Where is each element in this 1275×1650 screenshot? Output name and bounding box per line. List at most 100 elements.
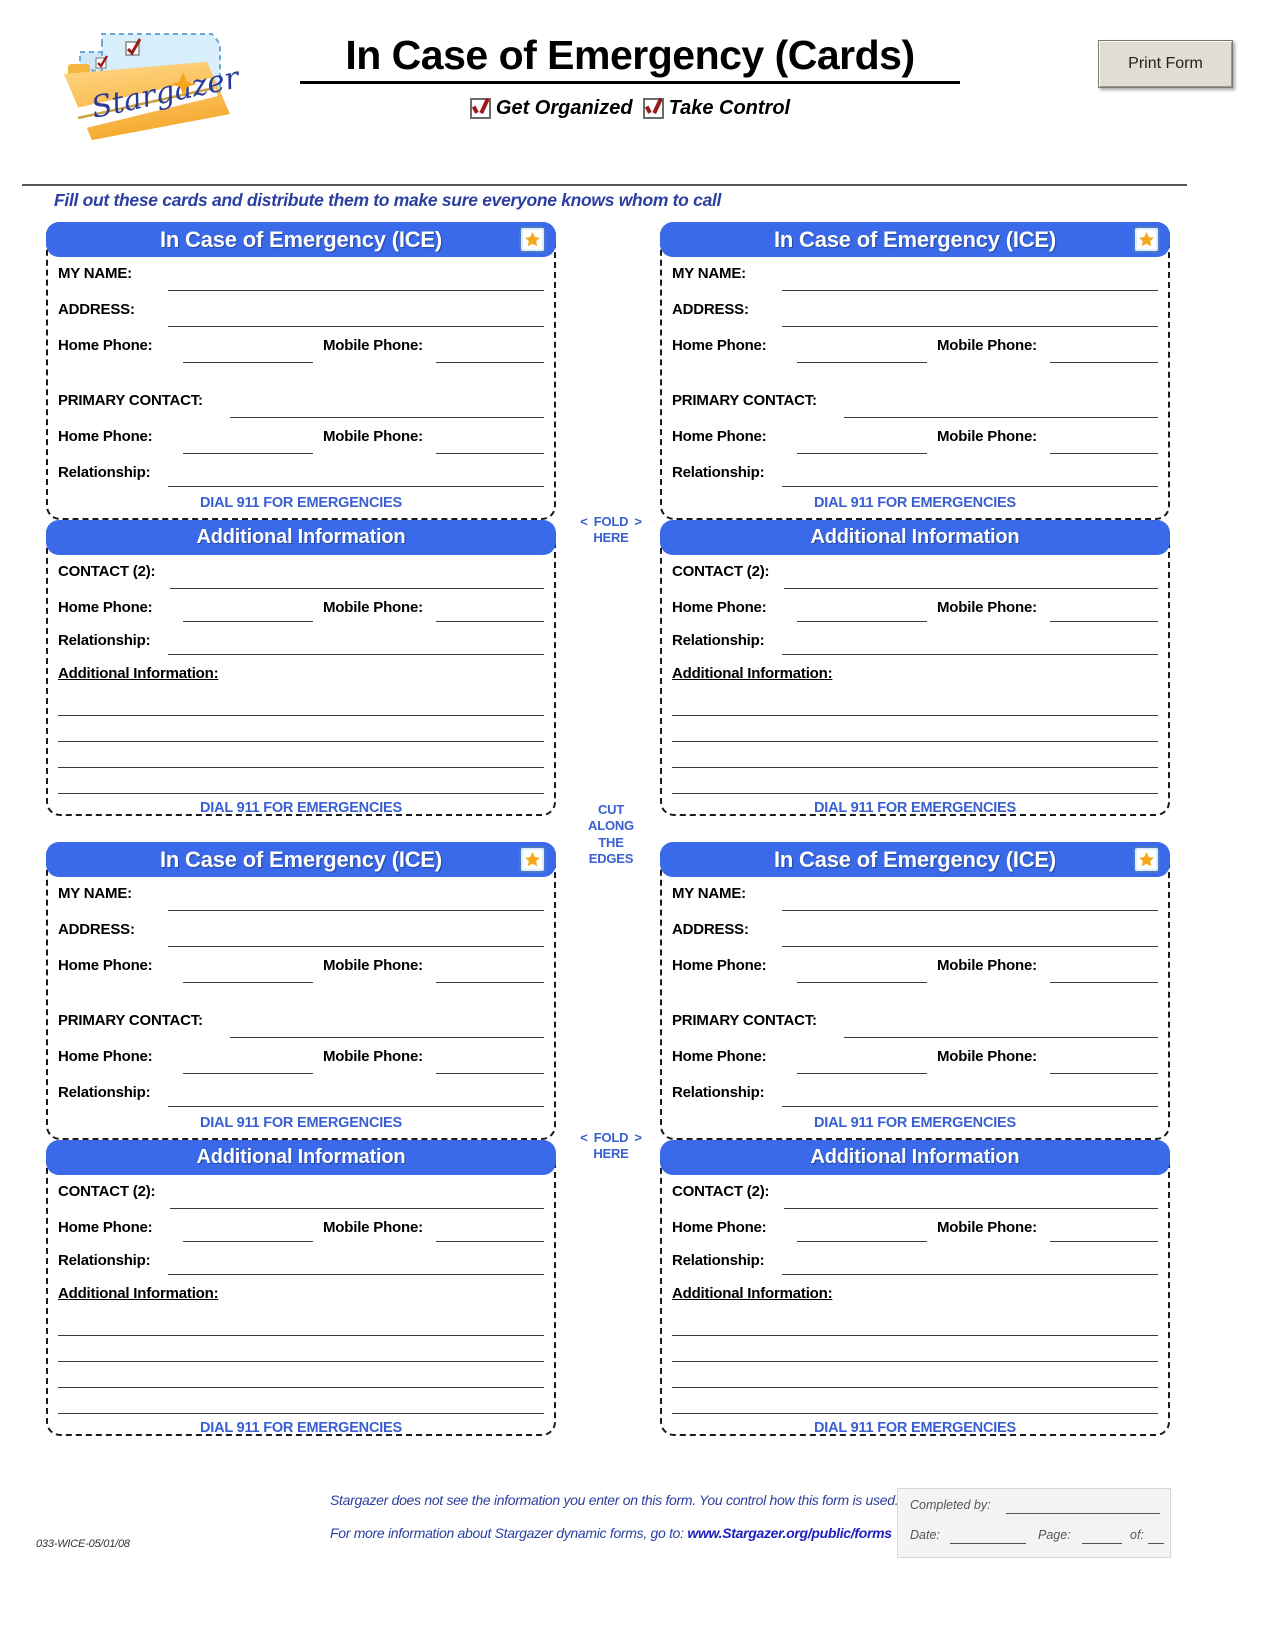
field-line[interactable] <box>183 1073 313 1074</box>
field-line[interactable] <box>230 1037 544 1038</box>
field-line[interactable] <box>58 1361 544 1362</box>
field-line[interactable] <box>168 910 544 911</box>
field-line[interactable] <box>168 1274 544 1275</box>
page-line[interactable] <box>1082 1543 1122 1544</box>
stargazer-url-link[interactable]: www.Stargazer.org/public/forms <box>687 1525 892 1541</box>
field-contact-2[interactable]: CONTACT (2): <box>672 559 1158 595</box>
field-line[interactable] <box>58 767 544 768</box>
additional-info-line[interactable] <box>58 1366 544 1392</box>
additional-info-line[interactable] <box>672 772 1158 798</box>
field-line[interactable] <box>672 1335 1158 1336</box>
field-relationship[interactable]: Relationship: <box>58 460 544 493</box>
field-home-phone-2[interactable]: Home Phone: Mobile Phone: <box>672 595 1158 628</box>
field-home-phone-2[interactable]: Home Phone: Mobile Phone: <box>672 1215 1158 1248</box>
field-line[interactable] <box>782 326 1158 327</box>
field-line[interactable] <box>58 741 544 742</box>
field-line-mobile[interactable] <box>436 1073 544 1074</box>
field-primary-contact[interactable]: PRIMARY CONTACT: <box>58 388 544 424</box>
field-line-mobile[interactable] <box>436 621 544 622</box>
field-line-mobile[interactable] <box>436 453 544 454</box>
field-line-mobile[interactable] <box>436 362 544 363</box>
field-home-phone[interactable]: Home Phone: Mobile Phone: <box>672 953 1158 989</box>
field-line[interactable] <box>58 1335 544 1336</box>
field-line[interactable] <box>183 1241 313 1242</box>
field-relationship[interactable]: Relationship: <box>672 460 1158 493</box>
of-line[interactable] <box>1148 1543 1164 1544</box>
field-line[interactable] <box>168 946 544 947</box>
field-line-mobile[interactable] <box>436 982 544 983</box>
date-line[interactable] <box>950 1543 1026 1544</box>
field-line[interactable] <box>58 1387 544 1388</box>
field-primary-contact[interactable]: PRIMARY CONTACT: <box>58 1008 544 1044</box>
field-home-phone[interactable]: Home Phone: Mobile Phone: <box>672 333 1158 369</box>
field-line[interactable] <box>797 362 927 363</box>
field-line[interactable] <box>168 486 544 487</box>
field-line-mobile[interactable] <box>1050 1241 1158 1242</box>
field-my-name[interactable]: MY NAME: <box>672 261 1158 297</box>
field-relationship-2[interactable]: Relationship: <box>672 628 1158 661</box>
field-line-mobile[interactable] <box>1050 453 1158 454</box>
field-line[interactable] <box>782 910 1158 911</box>
field-line[interactable] <box>782 290 1158 291</box>
additional-info-line[interactable] <box>58 1314 544 1340</box>
field-line[interactable] <box>672 767 1158 768</box>
field-contact-home-phone[interactable]: Home Phone: Mobile Phone: <box>672 424 1158 460</box>
field-contact-home-phone[interactable]: Home Phone: Mobile Phone: <box>672 1044 1158 1080</box>
field-line[interactable] <box>58 715 544 716</box>
field-line[interactable] <box>782 1274 1158 1275</box>
field-home-phone-2[interactable]: Home Phone: Mobile Phone: <box>58 595 544 628</box>
additional-info-line[interactable] <box>58 1340 544 1366</box>
field-line[interactable] <box>170 1208 544 1209</box>
field-address[interactable]: ADDRESS: <box>672 917 1158 953</box>
additional-info-line[interactable] <box>672 1340 1158 1366</box>
additional-info-line[interactable] <box>58 1392 544 1418</box>
field-line[interactable] <box>672 741 1158 742</box>
print-form-button[interactable]: Print Form <box>1098 40 1233 88</box>
field-address[interactable]: ADDRESS: <box>672 297 1158 333</box>
additional-info-line[interactable] <box>672 746 1158 772</box>
field-relationship-2[interactable]: Relationship: <box>58 1248 544 1281</box>
field-line[interactable] <box>672 715 1158 716</box>
field-primary-contact[interactable]: PRIMARY CONTACT: <box>672 1008 1158 1044</box>
field-line[interactable] <box>170 588 544 589</box>
field-line[interactable] <box>797 621 927 622</box>
field-home-phone[interactable]: Home Phone: Mobile Phone: <box>58 953 544 989</box>
field-line[interactable] <box>784 1208 1158 1209</box>
additional-info-line[interactable] <box>672 1366 1158 1392</box>
field-address[interactable]: ADDRESS: <box>58 917 544 953</box>
field-line[interactable] <box>782 1106 1158 1107</box>
additional-info-line[interactable] <box>58 694 544 720</box>
field-line[interactable] <box>797 1073 927 1074</box>
field-line-mobile[interactable] <box>1050 1073 1158 1074</box>
field-relationship-2[interactable]: Relationship: <box>672 1248 1158 1281</box>
field-line[interactable] <box>183 621 313 622</box>
field-my-name[interactable]: MY NAME: <box>672 881 1158 917</box>
field-line[interactable] <box>672 793 1158 794</box>
field-line-mobile[interactable] <box>1050 621 1158 622</box>
field-line[interactable] <box>168 290 544 291</box>
field-line[interactable] <box>797 453 927 454</box>
additional-info-line[interactable] <box>58 720 544 746</box>
additional-info-line[interactable] <box>58 772 544 798</box>
completed-by-line[interactable] <box>1006 1513 1160 1514</box>
field-contact-2[interactable]: CONTACT (2): <box>58 1179 544 1215</box>
field-line[interactable] <box>168 1106 544 1107</box>
field-line-mobile[interactable] <box>1050 982 1158 983</box>
field-my-name[interactable]: MY NAME: <box>58 261 544 297</box>
field-line[interactable] <box>782 486 1158 487</box>
field-line[interactable] <box>672 1413 1158 1414</box>
field-line[interactable] <box>183 453 313 454</box>
field-line[interactable] <box>230 417 544 418</box>
field-line[interactable] <box>58 1413 544 1414</box>
field-relationship[interactable]: Relationship: <box>672 1080 1158 1113</box>
field-contact-2[interactable]: CONTACT (2): <box>672 1179 1158 1215</box>
field-line[interactable] <box>672 1387 1158 1388</box>
field-home-phone-2[interactable]: Home Phone: Mobile Phone: <box>58 1215 544 1248</box>
field-line[interactable] <box>782 946 1158 947</box>
field-line[interactable] <box>844 417 1158 418</box>
additional-info-line[interactable] <box>58 746 544 772</box>
field-line-mobile[interactable] <box>1050 362 1158 363</box>
field-line[interactable] <box>672 1361 1158 1362</box>
field-line[interactable] <box>797 1241 927 1242</box>
field-line[interactable] <box>782 654 1158 655</box>
